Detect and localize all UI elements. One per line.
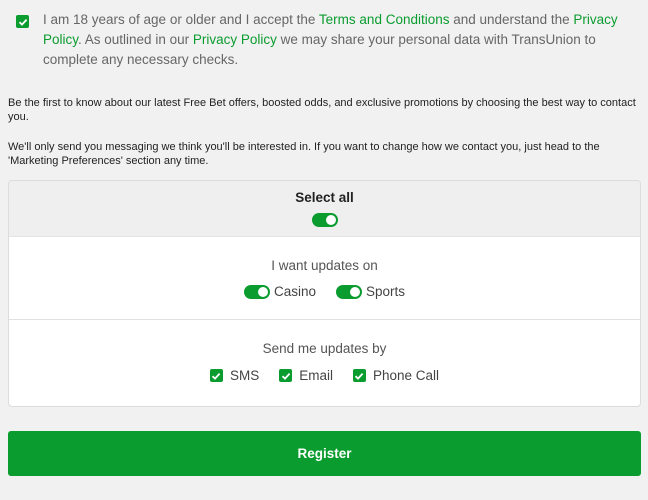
sports-label: Sports (366, 284, 406, 299)
consent-text-part: I am 18 years of age or older and I acce… (43, 12, 319, 27)
casino-toggle[interactable] (243, 284, 270, 299)
marketing-intro: Be the first to know about our latest Fr… (8, 97, 636, 123)
toggle-knob (325, 215, 336, 225)
phone-call-option: Phone Call (352, 368, 440, 383)
sms-option: SMS (209, 368, 260, 383)
casino-option: Casino (243, 284, 316, 299)
sports-toggle[interactable] (336, 284, 362, 299)
register-button[interactable]: Register (8, 431, 641, 476)
consent-text-part: and understand the (449, 12, 574, 27)
email-option: Email (279, 368, 333, 383)
products-section: I want updates on Casino Sports (9, 237, 640, 320)
sms-checkbox[interactable] (209, 369, 223, 382)
select-all-section: Select all (9, 181, 640, 237)
consent-row: I am 18 years of age or older and I acce… (16, 10, 636, 70)
consent-text: I am 18 years of age or older and I acce… (43, 10, 636, 70)
terms-link[interactable]: Terms and Conditions (319, 12, 450, 27)
phone-call-checkbox[interactable] (352, 369, 366, 382)
casino-label: Casino (273, 284, 316, 299)
checkmark-icon (281, 372, 290, 380)
checkmark-icon (355, 372, 364, 380)
marketing-preferences-panel: Select all I want updates on Casino Spor… (8, 180, 641, 407)
sms-label: SMS (229, 368, 260, 383)
products-label: I want updates on (271, 258, 378, 273)
privacy-policy-link-2[interactable]: Privacy Policy (193, 32, 277, 47)
toggle-knob (350, 286, 360, 297)
select-all-label: Select all (295, 190, 354, 205)
phone-call-label: Phone Call (372, 368, 440, 383)
select-all-toggle[interactable] (311, 213, 338, 227)
channels-section: Send me updates by SMS Email Phone Call (9, 320, 640, 383)
products-options: Casino Sports (243, 284, 405, 299)
checkmark-icon (212, 372, 221, 380)
consent-text-part: . As outlined in our (78, 32, 193, 47)
email-label: Email (299, 368, 333, 383)
channels-label: Send me updates by (262, 341, 387, 356)
channels-options: SMS Email Phone Call (209, 368, 440, 383)
sports-option: Sports (336, 284, 405, 299)
checkmark-icon (18, 18, 27, 26)
marketing-note: We'll only send you messaging we think y… (8, 141, 600, 167)
toggle-knob (257, 286, 268, 297)
email-checkbox[interactable] (279, 369, 293, 382)
consent-checkbox[interactable] (16, 15, 29, 28)
